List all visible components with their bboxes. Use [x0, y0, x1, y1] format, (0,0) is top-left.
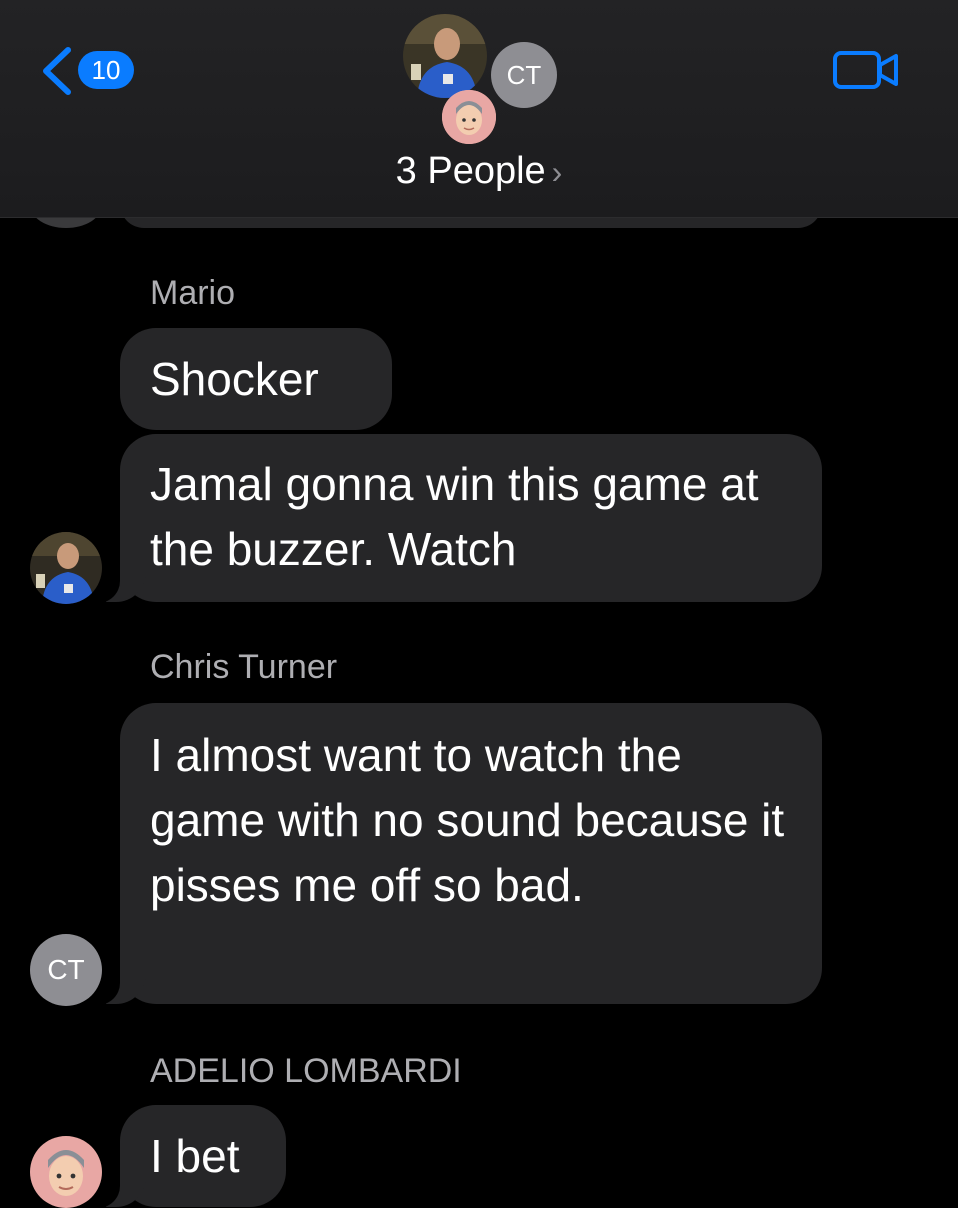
avatar-ct[interactable]: CT	[30, 934, 102, 1006]
message-text: Jamal gonna win this game at the buzzer.…	[150, 458, 759, 575]
group-title-button[interactable]: 3 People ›	[0, 150, 958, 193]
avatar-ct[interactable]: CT	[491, 42, 557, 108]
message-text: I bet	[150, 1130, 240, 1182]
message-bubble[interactable]: I almost want to watch the game with no …	[92, 703, 822, 1005]
sender-name: Mario	[150, 274, 236, 312]
avatar-memoji[interactable]	[442, 90, 496, 144]
message-bubble[interactable]: I bet	[92, 1105, 286, 1208]
avatar-mario[interactable]	[30, 532, 102, 604]
message-text: Shocker	[150, 353, 319, 405]
avatar-memoji[interactable]	[30, 1136, 102, 1208]
sender-name: ADELIO LOMBARDI	[150, 1052, 462, 1090]
avatar-mario[interactable]	[403, 14, 487, 98]
chevron-right-icon: ›	[551, 154, 563, 190]
message-bubble[interactable]: Jamal gonna win this game at the buzzer.…	[92, 434, 822, 603]
chevron-left-icon	[43, 47, 71, 95]
message-bubble[interactable]: Shocker	[120, 328, 392, 430]
message-text: I almost want to watch the game with no …	[150, 729, 785, 911]
video-camera-icon	[833, 51, 898, 89]
video-call-button[interactable]	[832, 49, 900, 91]
conversation-header: 10 CT 3 People ›	[0, 0, 958, 218]
unread-count-badge[interactable]: 10	[78, 51, 134, 89]
group-title-label: 3 People	[395, 150, 546, 192]
sender-name: Chris Turner	[150, 648, 338, 686]
